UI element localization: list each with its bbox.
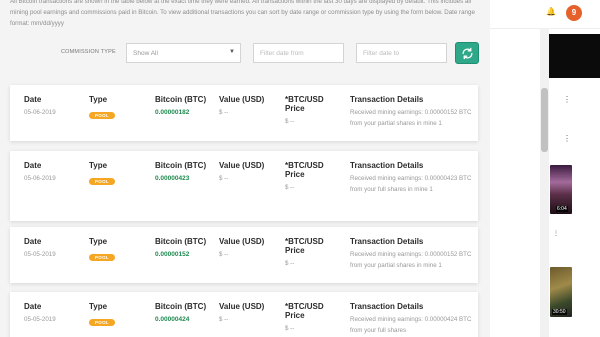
date-to-input[interactable]: Filter date to: [356, 43, 447, 63]
intro-text: All Bitcoin transactions are shown in th…: [10, 0, 475, 27]
usd-value: $ --: [219, 175, 229, 182]
refresh-button[interactable]: [455, 42, 479, 64]
video-duration: 30:50: [552, 309, 567, 315]
btc-usd-price: $ --: [285, 260, 295, 267]
btc-usd-price: $ --: [285, 184, 295, 191]
avatar[interactable]: 9: [566, 5, 582, 21]
transaction-card: Date 05-06-2019 Type POOL Bitcoin (BTC) …: [10, 151, 478, 221]
date-header: Date: [24, 302, 42, 311]
transaction-card: Date 05-05-2019 Type POOL Bitcoin (BTC) …: [10, 227, 478, 283]
date-from-input[interactable]: Filter date from: [253, 43, 344, 63]
value-header: Value (USD): [219, 95, 265, 104]
transaction-card: Date 05-05-2019 Type POOL Bitcoin (BTC) …: [10, 292, 478, 337]
btc-usd-price: $ --: [285, 325, 295, 332]
chevron-down-icon: ▼: [229, 49, 235, 55]
type-header: Type: [89, 95, 108, 104]
usd-value: $ --: [219, 251, 229, 258]
bitcoin-header: Bitcoin (BTC): [155, 95, 207, 104]
commission-type-label: COMMISSION TYPE: [61, 49, 116, 55]
usd-value: $ --: [219, 316, 229, 323]
scrollbar-thumb[interactable]: [541, 88, 548, 152]
price-header: *BTC/USD Price: [285, 95, 324, 113]
transaction-details: Received mining earnings: 0.00000423 BTC…: [350, 175, 472, 193]
type-badge: POOL: [89, 112, 115, 119]
filter-bar: COMMISSION TYPE Show All ▼ Filter date f…: [0, 42, 490, 64]
bitcoin-header: Bitcoin (BTC): [155, 161, 207, 170]
details-header: Transaction Details: [350, 237, 424, 246]
transaction-details: Received mining earnings: 0.00000424 BTC…: [350, 316, 472, 334]
transaction-card: Date 05-06-2019 Type POOL Bitcoin (BTC) …: [10, 85, 478, 141]
date-to-placeholder: Filter date to: [363, 50, 400, 57]
details-header: Transaction Details: [350, 95, 424, 104]
transaction-date: 05-06-2019: [24, 109, 56, 116]
side-header: [490, 0, 600, 29]
type-badge: POOL: [89, 254, 115, 261]
more-options-icon[interactable]: ⋮: [563, 95, 571, 104]
value-header: Value (USD): [219, 302, 265, 311]
type-header: Type: [89, 302, 108, 311]
btc-amount: 0.00000182: [155, 109, 190, 116]
type-badge: POOL: [89, 178, 115, 185]
bell-icon[interactable]: 🔔: [546, 7, 556, 16]
transaction-details: Received mining earnings: 0.00000152 BTC…: [350, 109, 472, 127]
scrollbar[interactable]: [540, 28, 549, 337]
details-header: Transaction Details: [350, 161, 424, 170]
commission-type-value: Show All: [133, 50, 158, 57]
date-header: Date: [24, 161, 42, 170]
price-header: *BTC/USD Price: [285, 161, 324, 179]
transaction-date: 05-05-2019: [24, 316, 56, 323]
transaction-details: Received mining earnings: 0.00000152 BTC…: [350, 251, 472, 269]
bitcoin-header: Bitcoin (BTC): [155, 302, 207, 311]
bitcoin-header: Bitcoin (BTC): [155, 237, 207, 246]
btc-amount: 0.00000424: [155, 316, 190, 323]
transaction-date: 05-05-2019: [24, 251, 56, 258]
type-badge: POOL: [89, 319, 115, 326]
date-header: Date: [24, 95, 42, 104]
details-header: Transaction Details: [350, 302, 424, 311]
video-duration: 6:04: [556, 206, 568, 212]
commission-type-select[interactable]: Show All ▼: [126, 43, 241, 63]
type-header: Type: [89, 161, 108, 170]
price-header: *BTC/USD Price: [285, 237, 324, 255]
date-header: Date: [24, 237, 42, 246]
more-options-icon[interactable]: ⋮: [563, 134, 571, 143]
more-options-icon[interactable]: ⋮: [553, 230, 559, 237]
type-header: Type: [89, 237, 108, 246]
usd-value: $ --: [219, 109, 229, 116]
refresh-icon: [462, 47, 473, 60]
price-header: *BTC/USD Price: [285, 302, 324, 320]
btc-amount: 0.00000423: [155, 175, 190, 182]
transaction-date: 05-06-2019: [24, 175, 56, 182]
btc-amount: 0.00000152: [155, 251, 190, 258]
value-header: Value (USD): [219, 161, 265, 170]
btc-usd-price: $ --: [285, 118, 295, 125]
video-panel[interactable]: [549, 34, 600, 78]
transactions-page: All Bitcoin transactions are shown in th…: [0, 0, 490, 337]
date-from-placeholder: Filter date from: [260, 50, 304, 57]
value-header: Value (USD): [219, 237, 265, 246]
